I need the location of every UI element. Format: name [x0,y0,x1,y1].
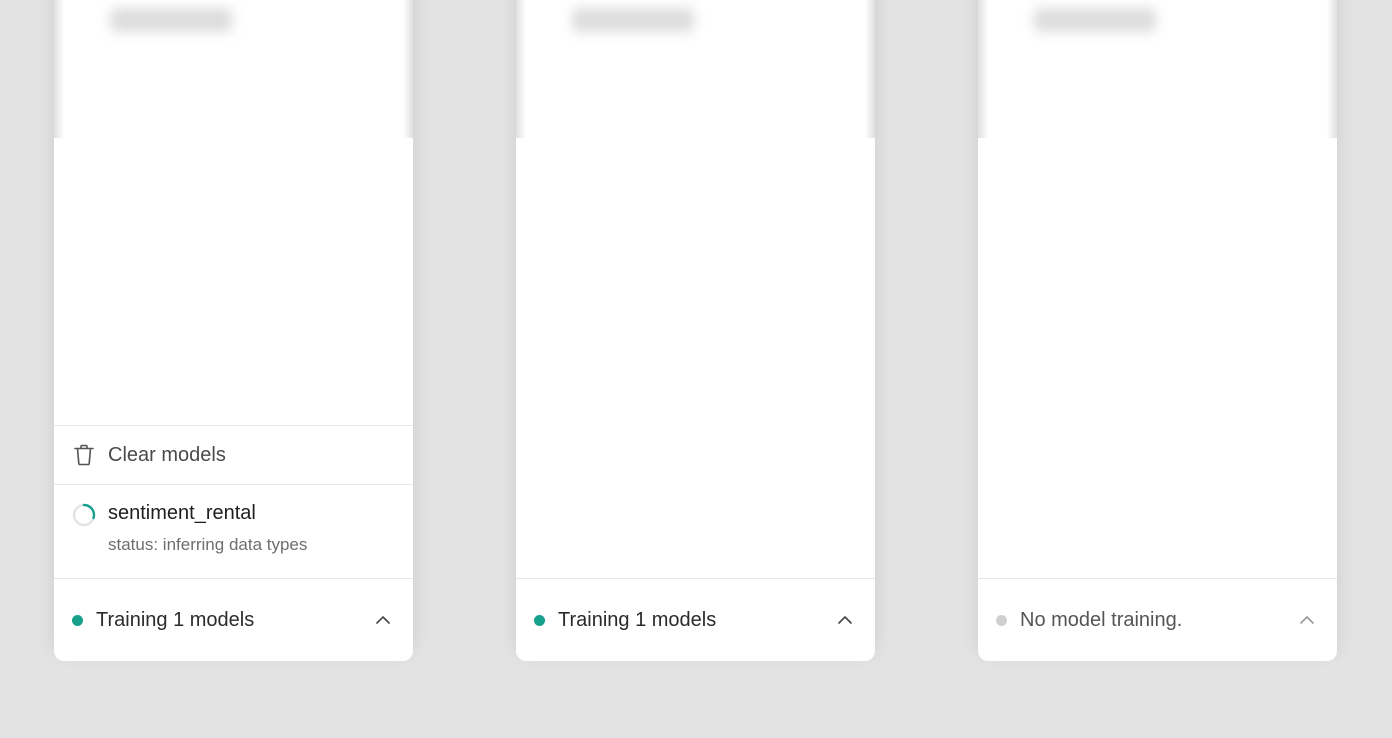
training-panel-expanded: Clear models sentiment_rental status: in… [54,0,413,661]
status-dot-active [72,614,83,626]
panel-edge-shade [516,0,526,138]
blurred-header-placeholder [110,8,232,32]
training-status-toggle[interactable]: Training 1 models [516,578,875,661]
model-status: status: inferring data types [108,535,308,554]
panel-edge-shade [403,0,413,138]
chevron-up-icon[interactable] [1297,610,1317,630]
training-status-text: Training 1 models [96,608,255,631]
panel-edge-shade [54,0,64,138]
chevron-up-icon[interactable] [373,610,393,630]
loading-spinner-icon [72,503,96,527]
training-status-text: No model training. [1020,608,1183,631]
training-status-text: Training 1 models [558,608,717,631]
training-status-toggle[interactable]: Training 1 models [54,578,413,661]
blurred-header-placeholder [1034,8,1156,32]
blurred-header-placeholder [572,8,694,32]
clear-models-button[interactable]: Clear models [54,425,413,484]
training-panel-idle: No model training. [978,0,1337,661]
clear-models-label: Clear models [108,443,226,466]
panel-edge-shade [1327,0,1337,138]
status-dot-active [534,614,545,626]
training-status-toggle[interactable]: No model training. [978,578,1337,661]
status-dot-inactive [996,614,1007,626]
panel-edge-shade [978,0,988,138]
chevron-up-icon[interactable] [835,610,855,630]
panel-edge-shade [865,0,875,138]
model-list-item[interactable]: sentiment_rental status: inferring data … [54,484,413,578]
trash-icon [72,443,96,467]
model-name: sentiment_rental [108,502,256,524]
training-panel-collapsed: Training 1 models [516,0,875,661]
